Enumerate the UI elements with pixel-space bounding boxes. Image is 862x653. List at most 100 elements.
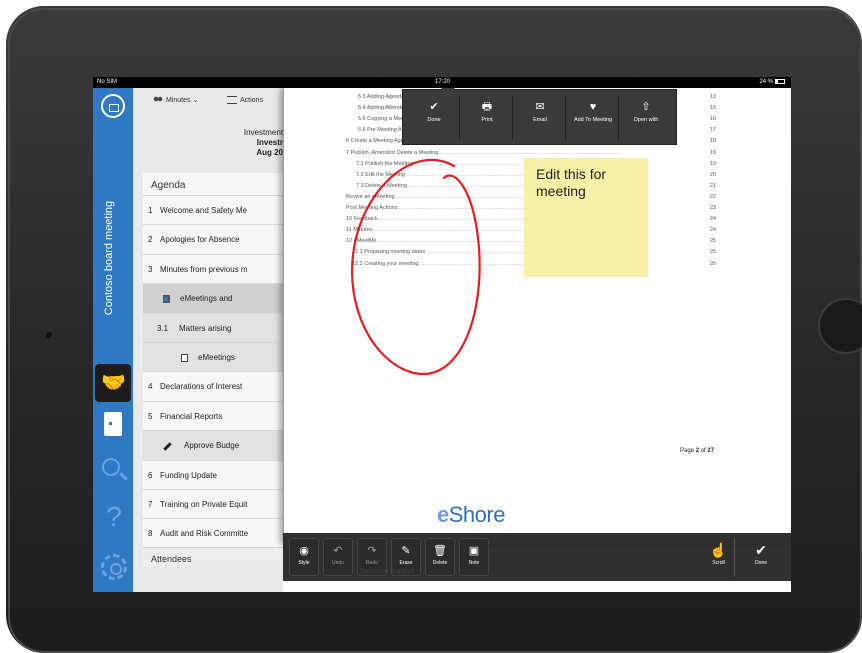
agenda-num: 4 [148, 382, 153, 392]
style-icon: ◉ [299, 545, 309, 557]
carrier-label: No SIM [97, 79, 118, 85]
status-bar: No SIM 17:20 24 % [93, 77, 791, 88]
camera-dot [46, 332, 52, 338]
envelope-button[interactable]: ✉ Email [515, 94, 565, 142]
agenda-item[interactable]: 7 Training on Private Equit [143, 490, 283, 520]
agenda-num: 3 [148, 264, 153, 274]
search-button[interactable] [95, 454, 131, 492]
share-button[interactable]: ⇧ Open with [621, 94, 671, 142]
print-button[interactable]: 🖶 Print [462, 94, 512, 142]
tool-label: Undo [332, 560, 344, 566]
ink-annotation[interactable] [344, 148, 494, 398]
side-rail: Contoso board meeting 🤝 ? [93, 88, 133, 592]
help-button[interactable]: ? [95, 502, 131, 540]
checkmark-icon: ✔ [429, 101, 439, 113]
document-viewer[interactable]: 5.3 Adding Agenda Items ................… [283, 88, 791, 544]
header-line-1: Investment [243, 128, 283, 137]
toc-page-number: 25 [707, 238, 716, 245]
meetings-button[interactable]: 🤝 [95, 364, 131, 402]
checkmark-button[interactable]: ✔ Done [409, 94, 459, 142]
search-icon [102, 458, 120, 476]
heart-button[interactable]: ♥ Add To Meeting [568, 94, 618, 142]
tool-label: Erase [399, 560, 413, 566]
document-icon [181, 353, 188, 362]
toc-page-number: 24 [707, 227, 716, 234]
agenda-label: eMeetings and [180, 294, 233, 304]
hand-icon: ☝ [709, 542, 728, 558]
undo-tool-button[interactable]: ↶ Undo [323, 538, 353, 576]
agenda-num: 1 [148, 206, 153, 215]
battery-status: 24 % [759, 79, 785, 85]
agenda-item[interactable]: 3.1 Matters arising [143, 313, 283, 343]
popup-button-label: Open with [633, 117, 659, 123]
toc-page-number: 21 [707, 182, 716, 189]
agenda-label: Matters arising [179, 323, 232, 333]
popup-separator [512, 96, 513, 140]
eshore-logo: eShore [437, 502, 505, 528]
popup-button-label: Done [427, 117, 441, 123]
sticky-note-text: Edit this for meeting [536, 166, 607, 199]
agenda-item[interactable]: 2 Apologies for Absence [143, 225, 283, 255]
toc-page-number: 26 [707, 260, 716, 267]
underlying-text: Technical Support [359, 568, 415, 575]
agenda-label: Welcome and Safety Me [160, 206, 248, 215]
settings-button[interactable] [95, 550, 131, 588]
done-button[interactable]: ✔ Done [745, 537, 777, 577]
action-popup: ✔ Done 🖶 Print ✉ Email ♥ Add To Meeting ⇧ Open wi… [402, 88, 677, 145]
redo-icon: ↷ [367, 545, 377, 557]
attendees-section[interactable]: Attendees [143, 547, 283, 567]
header-line-3: Aug 20 [256, 148, 283, 157]
done-label: Done [755, 560, 767, 566]
logo-text: Shore [448, 502, 506, 527]
trash-tool-button[interactable]: 🗑 Delete [425, 538, 455, 576]
page-prefix: Page [680, 448, 696, 454]
gear-icon [101, 554, 127, 580]
agenda-item[interactable]: 8 Audit and Risk Committe [143, 519, 283, 549]
agenda-label: eMeetings [198, 352, 235, 362]
tool-label: Note [468, 560, 480, 566]
actions-label: Actions [240, 96, 263, 104]
popup-separator [565, 96, 566, 140]
actions-menu[interactable]: Actions [227, 96, 263, 104]
agenda-document-item[interactable]: eMeetings [143, 342, 283, 373]
agenda-num: 3.1 [157, 323, 169, 333]
agenda-action-item[interactable]: Approve Budge [143, 431, 283, 461]
minutes-menu[interactable]: Minutes ⌄ [153, 96, 198, 105]
popup-separator [459, 96, 460, 140]
agenda-num: 6 [148, 470, 153, 480]
screen: No SIM 17:20 24 % Contoso board meeting … [93, 77, 791, 592]
agenda-num: 8 [148, 529, 153, 539]
agenda-item[interactable]: 1 Welcome and Safety Me [143, 196, 283, 226]
people-icon [153, 96, 163, 105]
tool-label: Redo [366, 560, 378, 566]
agenda-label: Minutes from previous m [160, 264, 248, 274]
popup-button-label: Email [533, 117, 547, 123]
agenda-item[interactable]: 4 Declarations of Interest [143, 372, 283, 402]
agenda-label: Audit and Risk Committe [160, 529, 249, 539]
agenda-item[interactable]: 5 Financial Reports [143, 402, 283, 432]
sticky-note[interactable]: Edit this for meeting [524, 158, 648, 277]
battery-icon [775, 79, 785, 84]
scroll-button[interactable]: ☝ Scroll [703, 537, 735, 577]
toc-page-number: 17 [707, 127, 716, 134]
agenda-num: 5 [148, 411, 153, 421]
style-tool-button[interactable]: ◉ Style [289, 538, 319, 576]
agenda-label: Declarations of Interest [160, 382, 243, 392]
agenda-label: Approve Budge [184, 441, 240, 451]
agenda-document-item[interactable]: eMeetings and [143, 284, 283, 314]
toc-page-number: 24 [707, 216, 716, 223]
battery-label: 24 % [759, 79, 773, 86]
tool-label: Style [298, 560, 310, 566]
tool-label: Delete [432, 560, 448, 566]
toc-page-number: 19 [707, 160, 716, 167]
header-line-2: Investr [256, 138, 283, 147]
agenda-item[interactable]: 6 Funding Update [143, 461, 283, 490]
refresh-icon[interactable] [101, 94, 125, 118]
library-button[interactable] [95, 406, 131, 444]
agenda-label: Apologies for Absence [160, 235, 240, 245]
toc-page-number: 25 [707, 249, 716, 256]
total-pages: 27 [707, 448, 715, 454]
agenda-item[interactable]: 3 Minutes from previous m [143, 255, 283, 285]
note-tool-button[interactable]: ▣ Note [459, 538, 489, 576]
meeting-title: Contoso board meeting [103, 200, 115, 316]
